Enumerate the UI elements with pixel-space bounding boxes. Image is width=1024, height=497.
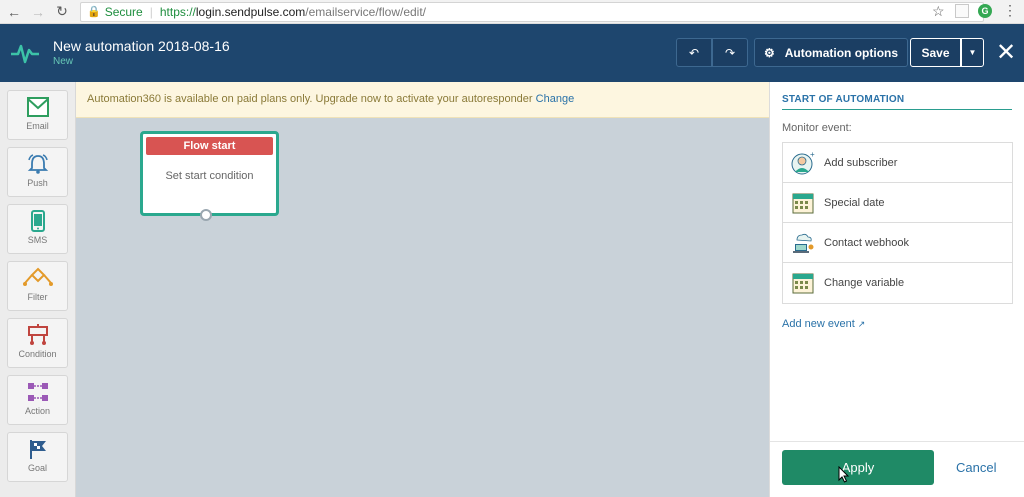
event-label: Special date <box>824 196 885 209</box>
tool-push[interactable]: Push <box>7 147 68 197</box>
email-icon <box>26 97 49 117</box>
tool-email[interactable]: Email <box>7 90 68 140</box>
flow-output-port[interactable] <box>200 209 212 221</box>
action-icon <box>27 383 48 401</box>
lock-icon: 🔒 <box>87 6 101 18</box>
event-contact-webhook[interactable]: Contact webhook <box>783 223 1012 263</box>
redo-icon: ↷ <box>724 45 736 60</box>
event-list: + Add subscriber Special date Contact we… <box>782 142 1013 304</box>
save-dropdown-button[interactable]: ▼ <box>961 38 984 67</box>
tool-label: Filter <box>27 292 48 302</box>
chevron-down-icon: ▼ <box>968 48 977 57</box>
calendar-icon <box>792 193 814 213</box>
event-special-date[interactable]: Special date <box>783 183 1012 223</box>
forward-icon[interactable]: → <box>28 2 48 22</box>
add-new-event-link[interactable]: Add new event ↗ <box>782 318 865 330</box>
monitor-event-label: Monitor event: <box>782 122 852 134</box>
tool-label: Action <box>24 406 50 416</box>
flag-icon <box>29 440 46 459</box>
phone-icon <box>30 210 45 232</box>
tool-condition[interactable]: Condition <box>7 318 68 368</box>
bookmark-star-icon[interactable]: ☆ <box>932 3 945 20</box>
secure-label: Secure <box>104 4 143 19</box>
panel-title: START OF AUTOMATION <box>782 94 905 105</box>
browser-menu-icon[interactable]: ⋮ <box>1003 2 1017 19</box>
bell-icon <box>27 154 48 174</box>
flow-start-condition[interactable]: Set start condition <box>143 170 276 182</box>
grammarly-icon[interactable]: G <box>978 4 992 18</box>
extension-icon[interactable] <box>955 4 969 18</box>
add-new-event-label: Add new event <box>782 318 855 330</box>
banner-change-link[interactable]: Change <box>536 93 575 105</box>
panel-footer: Apply Cancel <box>770 441 1024 497</box>
automation-title: New automation 2018-08-16 <box>53 38 230 54</box>
url-path: /emailservice/flow/edit/ <box>305 4 427 19</box>
automation-options-label: Automation options <box>784 45 899 60</box>
tool-filter[interactable]: Filter <box>7 261 68 311</box>
tool-goal[interactable]: Goal <box>7 432 68 482</box>
gear-icon: ⚙ <box>763 45 775 60</box>
flow-start-node[interactable]: Flow start Set start condition <box>140 131 279 216</box>
external-link-icon: ↗ <box>857 319 866 329</box>
apply-button[interactable]: Apply <box>782 450 934 485</box>
pulse-logo-icon <box>11 44 39 64</box>
tool-label: Push <box>27 178 48 188</box>
reload-icon[interactable]: ↻ <box>52 2 72 22</box>
upgrade-banner: Automation360 is available on paid plans… <box>76 82 769 118</box>
event-label: Contact webhook <box>824 236 909 249</box>
url-host: login.sendpulse.com <box>195 4 306 19</box>
tool-label: Email <box>26 121 49 131</box>
save-button[interactable]: Save <box>910 38 961 67</box>
banner-text: Automation360 is available on paid plans… <box>87 93 533 105</box>
undo-icon: ↶ <box>688 45 700 60</box>
automation-options-button[interactable]: ⚙ Automation options <box>754 38 908 67</box>
event-add-subscriber[interactable]: + Add subscriber <box>783 143 1012 183</box>
tool-action[interactable]: Action <box>7 375 68 425</box>
panel-title-divider <box>782 109 1012 110</box>
condition-icon <box>27 324 48 345</box>
filter-icon <box>22 267 53 286</box>
flow-start-title: Flow start <box>146 137 273 155</box>
svg-text:+: + <box>810 151 815 159</box>
redo-button[interactable]: ↷ <box>712 38 748 67</box>
event-change-variable[interactable]: Change variable <box>783 263 1012 303</box>
close-icon[interactable]: ✕ <box>994 38 1018 67</box>
automation-status: New <box>53 56 74 67</box>
element-toolbar: Email Push SMS Filter Condition Action G… <box>0 82 76 497</box>
event-label: Add subscriber <box>824 156 898 169</box>
app-header: New automation 2018-08-16 New ↶ ↷ ⚙ Auto… <box>0 24 1024 82</box>
address-bar[interactable]: 🔒 Secure | https:// login.sendpulse.com … <box>80 1 984 22</box>
browser-toolbar: ← → ↻ 🔒 Secure | https:// login.sendpuls… <box>0 0 1024 24</box>
cancel-button[interactable]: Cancel <box>956 450 1006 485</box>
tool-sms[interactable]: SMS <box>7 204 68 254</box>
webhook-icon <box>793 233 814 253</box>
calendar-icon <box>792 273 814 294</box>
event-label: Change variable <box>824 277 905 289</box>
tool-label: Condition <box>18 349 57 359</box>
mouse-cursor-icon <box>838 466 850 483</box>
address-divider: | <box>149 4 153 19</box>
start-automation-panel: START OF AUTOMATION Monitor event: + Add… <box>769 82 1024 497</box>
undo-button[interactable]: ↶ <box>676 38 712 67</box>
add-subscriber-icon: + <box>791 151 815 174</box>
tool-label: Goal <box>27 463 47 473</box>
tool-label: SMS <box>27 235 48 245</box>
back-icon[interactable]: ← <box>4 2 24 22</box>
url-protocol: https:// <box>159 4 196 19</box>
